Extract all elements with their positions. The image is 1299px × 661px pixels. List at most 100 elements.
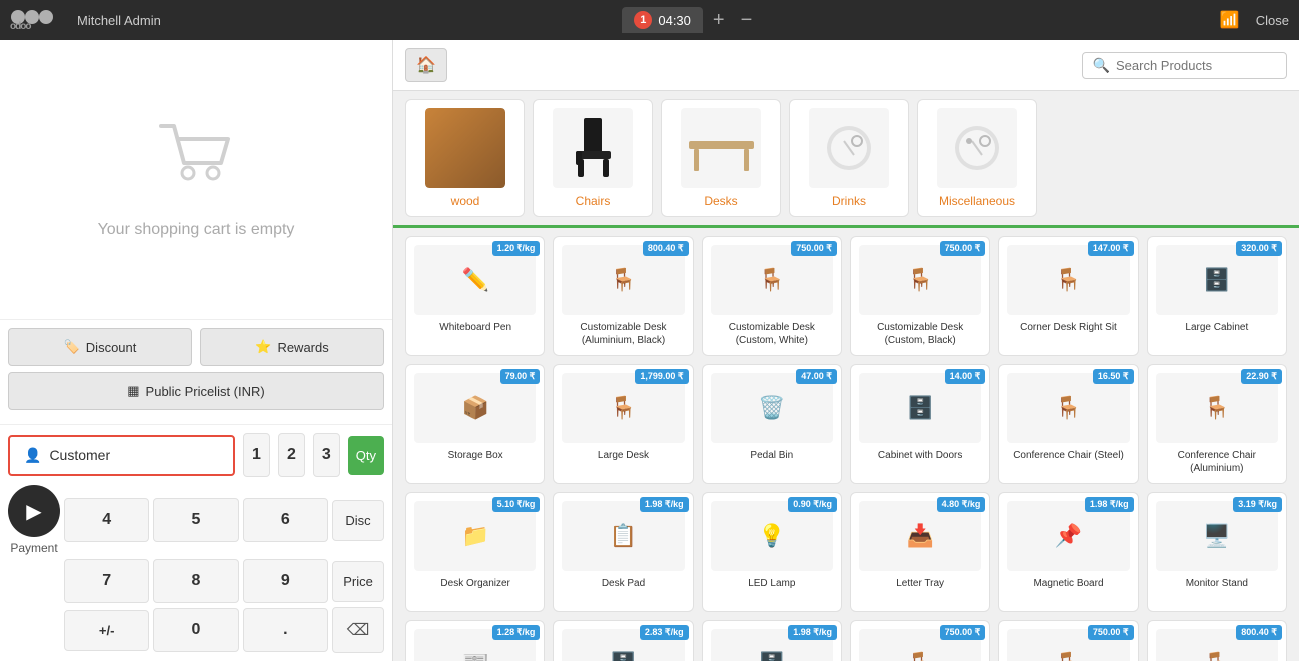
product-card[interactable]: 3.19 ₹/kg🖥️Monitor Stand — [1147, 492, 1287, 612]
product-name: Pedal Bin — [711, 449, 833, 462]
cart-empty-area: Your shopping cart is empty — [0, 40, 392, 319]
product-card[interactable]: 4.80 ₹/kg📥Letter Tray — [850, 492, 990, 612]
product-card[interactable]: 800.40 ₹🪑Product C — [1147, 620, 1287, 661]
payment-col: ▶ Payment — [8, 485, 60, 555]
tab-timer: 04:30 — [658, 13, 691, 28]
products-topbar: 🏠 🔍 — [393, 40, 1299, 91]
product-card[interactable]: 0.90 ₹/kg💡LED Lamp — [702, 492, 842, 612]
cart-actions: 🏷️ Discount ⭐ Rewards ▦ Public Pricelist… — [0, 319, 392, 424]
price-badge: 47.00 ₹ — [796, 369, 837, 384]
payment-label: Payment — [10, 541, 57, 555]
search-input[interactable] — [1116, 58, 1276, 73]
price-badge: 1.98 ₹/kg — [1085, 497, 1134, 512]
remove-tab-button[interactable]: − — [735, 9, 759, 32]
numpad-5[interactable]: 5 — [153, 498, 238, 542]
price-badge: 16.50 ₹ — [1093, 369, 1134, 384]
numpad-1[interactable]: 1 — [243, 433, 270, 477]
product-card[interactable]: 2.83 ₹/kg🗄️Small Shelf — [553, 620, 693, 661]
price-badge: 1.28 ₹/kg — [492, 625, 541, 640]
category-chairs[interactable]: Chairs — [533, 99, 653, 217]
product-card[interactable]: 14.00 ₹🗄️Cabinet with Doors — [850, 364, 990, 484]
backspace-button[interactable]: ⌫ — [332, 607, 384, 653]
active-tab[interactable]: 1 04:30 — [622, 7, 703, 33]
product-card[interactable]: 5.10 ₹/kg📁Desk Organizer — [405, 492, 545, 612]
price-badge: 750.00 ₹ — [940, 241, 986, 256]
product-card[interactable]: 1.28 ₹/kg📰Newspaper Rack — [405, 620, 545, 661]
price-button[interactable]: Price — [332, 561, 384, 602]
numpad-plusminus[interactable]: +/- — [64, 610, 149, 651]
product-card[interactable]: 750.00 ₹🪑Product A — [850, 620, 990, 661]
close-button[interactable]: Close — [1256, 13, 1289, 28]
numpad-0[interactable]: 0 — [153, 608, 238, 652]
search-box[interactable]: 🔍 — [1082, 52, 1287, 79]
disc-button[interactable]: Disc — [332, 500, 384, 541]
product-card[interactable]: 47.00 ₹🗑️Pedal Bin — [702, 364, 842, 484]
product-card[interactable]: 750.00 ₹🪑Customizable Desk (Custom, Whit… — [702, 236, 842, 356]
price-badge: 750.00 ₹ — [940, 625, 986, 640]
customer-icon: 👤 — [24, 447, 41, 464]
category-wood-label: wood — [414, 194, 516, 208]
wifi-icon: 📶 — [1220, 10, 1240, 30]
pricelist-icon: ▦ — [127, 383, 139, 399]
product-name: Monitor Stand — [1156, 577, 1278, 590]
products-grid-container: 1.20 ₹/kg✏️Whiteboard Pen800.40 ₹🪑Custom… — [393, 228, 1299, 661]
product-name: Magnetic Board — [1007, 577, 1129, 590]
product-name: Conference Chair (Aluminium) — [1156, 449, 1278, 475]
product-card[interactable]: 16.50 ₹🪑Conference Chair (Steel) — [998, 364, 1138, 484]
admin-name: Mitchell Admin — [77, 13, 161, 28]
product-name: Large Desk — [562, 449, 684, 462]
category-misc-label: Miscellaneous — [926, 194, 1028, 208]
price-badge: 2.83 ₹/kg — [640, 625, 689, 640]
numpad-dot[interactable]: . — [243, 608, 328, 652]
price-badge: 1.98 ₹/kg — [788, 625, 837, 640]
product-card[interactable]: 79.00 ₹📦Storage Box — [405, 364, 545, 484]
categories-bar: wood Chairs — [393, 91, 1299, 228]
product-card[interactable]: 1.98 ₹/kg🗄️Wall Shelf Unit — [702, 620, 842, 661]
numpad-7[interactable]: 7 — [64, 559, 149, 603]
product-name: Desk Pad — [562, 577, 684, 590]
product-card[interactable]: 1.98 ₹/kg📌Magnetic Board — [998, 492, 1138, 612]
category-drinks-label: Drinks — [798, 194, 900, 208]
product-card[interactable]: 750.00 ₹🪑Product B — [998, 620, 1138, 661]
numpad-4[interactable]: 4 — [64, 498, 149, 542]
customer-label: Customer — [49, 447, 110, 463]
product-card[interactable]: 750.00 ₹🪑Customizable Desk (Custom, Blac… — [850, 236, 990, 356]
product-name: Large Cabinet — [1156, 321, 1278, 334]
price-badge: 1,799.00 ₹ — [635, 369, 688, 384]
product-card[interactable]: 1,799.00 ₹🪑Large Desk — [553, 364, 693, 484]
customer-row: 👤 Customer 1 2 3 Qty — [8, 433, 384, 477]
category-desks-image — [681, 108, 761, 188]
customer-button[interactable]: 👤 Customer — [8, 435, 235, 476]
home-button[interactable]: 🏠 — [405, 48, 447, 82]
product-card[interactable]: 147.00 ₹🪑Corner Desk Right Sit — [998, 236, 1138, 356]
category-drinks[interactable]: Drinks — [789, 99, 909, 217]
product-card[interactable]: 320.00 ₹🗄️Large Cabinet — [1147, 236, 1287, 356]
pricelist-button[interactable]: ▦ Public Pricelist (INR) — [8, 372, 384, 410]
product-name: Desk Organizer — [414, 577, 536, 590]
product-card[interactable]: 800.40 ₹🪑Customizable Desk (Aluminium, B… — [553, 236, 693, 356]
numpad-3[interactable]: 3 — [313, 433, 340, 477]
product-card[interactable]: 22.90 ₹🪑Conference Chair (Aluminium) — [1147, 364, 1287, 484]
product-name: Conference Chair (Steel) — [1007, 449, 1129, 462]
numpad-9[interactable]: 9 — [243, 559, 328, 603]
numpad-8[interactable]: 8 — [153, 559, 238, 603]
category-desks[interactable]: Desks — [661, 99, 781, 217]
add-tab-button[interactable]: + — [707, 9, 731, 32]
price-badge: 22.90 ₹ — [1241, 369, 1282, 384]
price-badge: 0.90 ₹/kg — [788, 497, 837, 512]
numpad-2[interactable]: 2 — [278, 433, 305, 477]
product-card[interactable]: 1.98 ₹/kg📋Desk Pad — [553, 492, 693, 612]
numpad-6[interactable]: 6 — [243, 498, 328, 542]
product-card[interactable]: 1.20 ₹/kg✏️Whiteboard Pen — [405, 236, 545, 356]
top-bar-icons: 📶 Close — [1220, 10, 1289, 30]
category-misc[interactable]: Miscellaneous — [917, 99, 1037, 217]
category-wood[interactable]: wood — [405, 99, 525, 217]
product-name: Customizable Desk (Custom, White) — [711, 321, 833, 347]
qty-button[interactable]: Qty — [348, 436, 384, 475]
payment-button[interactable]: ▶ — [8, 485, 60, 537]
cart-icon — [156, 121, 236, 205]
discount-button[interactable]: 🏷️ Discount — [8, 328, 192, 366]
rewards-button[interactable]: ⭐ Rewards — [200, 328, 384, 366]
price-badge: 320.00 ₹ — [1236, 241, 1282, 256]
product-name: Whiteboard Pen — [414, 321, 536, 334]
